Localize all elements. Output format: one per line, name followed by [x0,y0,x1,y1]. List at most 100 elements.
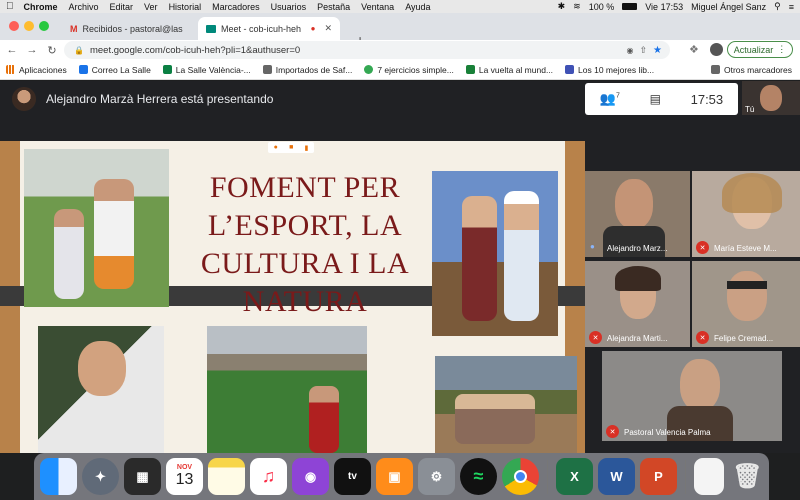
bookmark-label: Aplicaciones [19,64,67,75]
participants-count: 7 [616,92,620,100]
participants-grid: ● Alejandro Marz... ✕ María Esteve M... … [585,171,800,441]
minimize-window-button[interactable] [24,21,34,31]
participant-tile[interactable]: ● Alejandro Marz... [585,171,690,257]
tab-gmail[interactable]: M Recibidos - pastoral@lasallevp [62,17,197,40]
bookmark-lasalle[interactable]: La Salle València-... [162,64,251,75]
profile-avatar[interactable] [710,43,723,56]
bookmark-other[interactable]: Otros marcadores [710,65,792,75]
reload-icon[interactable]: ↻ [44,44,60,57]
excel-icon[interactable]: X [556,458,593,495]
calendar-month: NOV [176,464,193,471]
bookmark-label: 7 ejercicios simple... [377,64,454,75]
bookmark-correo[interactable]: Correo La Salle [78,65,151,75]
menu-archivo[interactable]: Archivo [69,2,99,12]
close-tab-icon[interactable]: ✕ [324,23,332,34]
control-center-icon[interactable]: ≡ [789,2,794,12]
bookmark-ejercicios[interactable]: 7 ejercicios simple... [364,65,454,75]
self-label: Tú [745,105,755,114]
slide-title: FOMENT PER L’ESPORT, LA CULTURA I LA NAT… [170,169,440,321]
finder-icon[interactable] [40,458,77,495]
lock-icon[interactable]: 🔒 [74,46,84,55]
url-text[interactable]: meet.google.com/cob-icuh-heh?pli=1&authu… [90,45,300,56]
word-icon[interactable]: W [598,458,635,495]
meet-time: 17:53 [690,91,724,107]
bookmarks-bar: Aplicaciones Correo La Salle La Salle Va… [0,60,800,80]
spotify-icon[interactable]: ≈ [460,458,497,495]
forward-icon[interactable]: → [24,44,40,56]
camera-icon: ■ [289,144,294,151]
chrome-icon[interactable] [502,458,539,495]
participant-tile[interactable]: ✕ Pastoral Valencia Palma [602,351,782,441]
cloud-icon [78,65,88,74]
bookmark-label: La Salle València-... [175,64,251,75]
music-icon[interactable]: ♫ [250,458,287,495]
bookmark-apps[interactable]: Aplicaciones [6,65,67,75]
menu-marcadores[interactable]: Marcadores [212,2,260,12]
bookmark-libros[interactable]: Los 10 mejores lib... [565,65,654,75]
participant-tile[interactable]: ✕ María Esteve M... [692,171,800,257]
bookmark-star-icon[interactable]: ★ [653,45,662,56]
search-icon[interactable]: ⚲ [774,1,781,12]
maximize-window-button[interactable] [39,21,49,31]
wifi-icon[interactable]: ≋ [573,1,581,12]
tv-icon[interactable]: tv [334,458,371,495]
more-menu-icon: ⋮ [777,44,787,54]
mic-icon: ▮ [304,144,309,152]
menu-ver[interactable]: Ver [144,2,158,12]
calendar-icon[interactable]: NOV 13 [166,458,203,495]
mic-muted-icon: ✕ [589,331,602,344]
participant-video [615,179,653,229]
slide-title-line: L’ESPORT, LA [207,209,403,242]
chat-icon[interactable]: ▤ [650,92,661,106]
screen-share-indicator[interactable]: ● ■ ▮ [268,142,314,153]
clock[interactable]: Vie 17:53 [645,2,683,12]
self-video [760,85,782,111]
close-window-button[interactable] [9,21,19,31]
address-bar[interactable]: 🔒 meet.google.com/cob-icuh-heh?pli=1&aut… [64,41,670,59]
preview-document-icon[interactable] [694,458,724,495]
boy-figure [309,386,339,453]
mission-control-icon[interactable]: ▦ [124,458,161,495]
apple-icon[interactable]:  [6,1,14,12]
system-preferences-icon[interactable]: ⚙ [418,458,455,495]
bookmark-label: La vuelta al mund... [478,64,554,75]
child-figure [54,209,84,299]
back-icon[interactable]: ← [4,44,20,56]
menu-app-name[interactable]: Chrome [24,2,58,12]
menu-pestana[interactable]: Pestaña [317,2,350,12]
bookmark-vuelta[interactable]: La vuelta al mund... [465,64,554,75]
camera-permission-icon[interactable]: ◉ [627,46,634,55]
participants-button[interactable]: 👥7 [600,91,620,107]
tab-meet[interactable]: Meet - cob-icuh-heh ● ✕ [198,17,340,40]
launchpad-icon[interactable]: ✦ [82,458,119,495]
menu-historial[interactable]: Historial [169,2,202,12]
update-chrome-button[interactable]: Actualizar ⋮ [727,41,793,58]
participant-video [727,271,767,321]
share-icon[interactable]: ⇧ [639,45,647,56]
presenter-avatar [12,87,36,111]
self-video-tile[interactable]: Tú [742,81,800,115]
participant-tile[interactable]: ✕ Alejandra Marti... [585,261,690,347]
extension-icon[interactable]: ❖ [689,43,699,56]
site-icon [565,65,575,74]
books-icon[interactable]: ▣ [376,458,413,495]
menu-editar[interactable]: Editar [110,2,134,12]
notes-icon[interactable] [208,458,245,495]
menubar-status-area: ✱ ≋ 100 % Vie 17:53 Miguel Ángel Sanz ⚲ … [558,1,794,12]
child-figure [504,191,539,321]
bookmark-folder-safari[interactable]: Importados de Saf... [262,65,352,75]
folder-icon [710,65,720,74]
chrome-center [514,470,527,483]
participant-tile[interactable]: ✕ Felipe Cremad... [692,261,800,347]
menu-ayuda[interactable]: Ayuda [405,2,430,12]
podcasts-icon[interactable]: ◉ [292,458,329,495]
menu-usuarios[interactable]: Usuarios [271,2,307,12]
user-name[interactable]: Miguel Ángel Sanz [691,2,766,12]
photo-costume [432,171,558,336]
powerpoint-icon[interactable]: P [640,458,677,495]
battery-percent[interactable]: 100 % [589,2,615,12]
bluetooth-icon[interactable]: ✱ [558,1,566,12]
trash-icon[interactable]: 🗑 [729,458,766,495]
menu-ventana[interactable]: Ventana [361,2,394,12]
participant-name: Felipe Cremad... [714,334,774,343]
